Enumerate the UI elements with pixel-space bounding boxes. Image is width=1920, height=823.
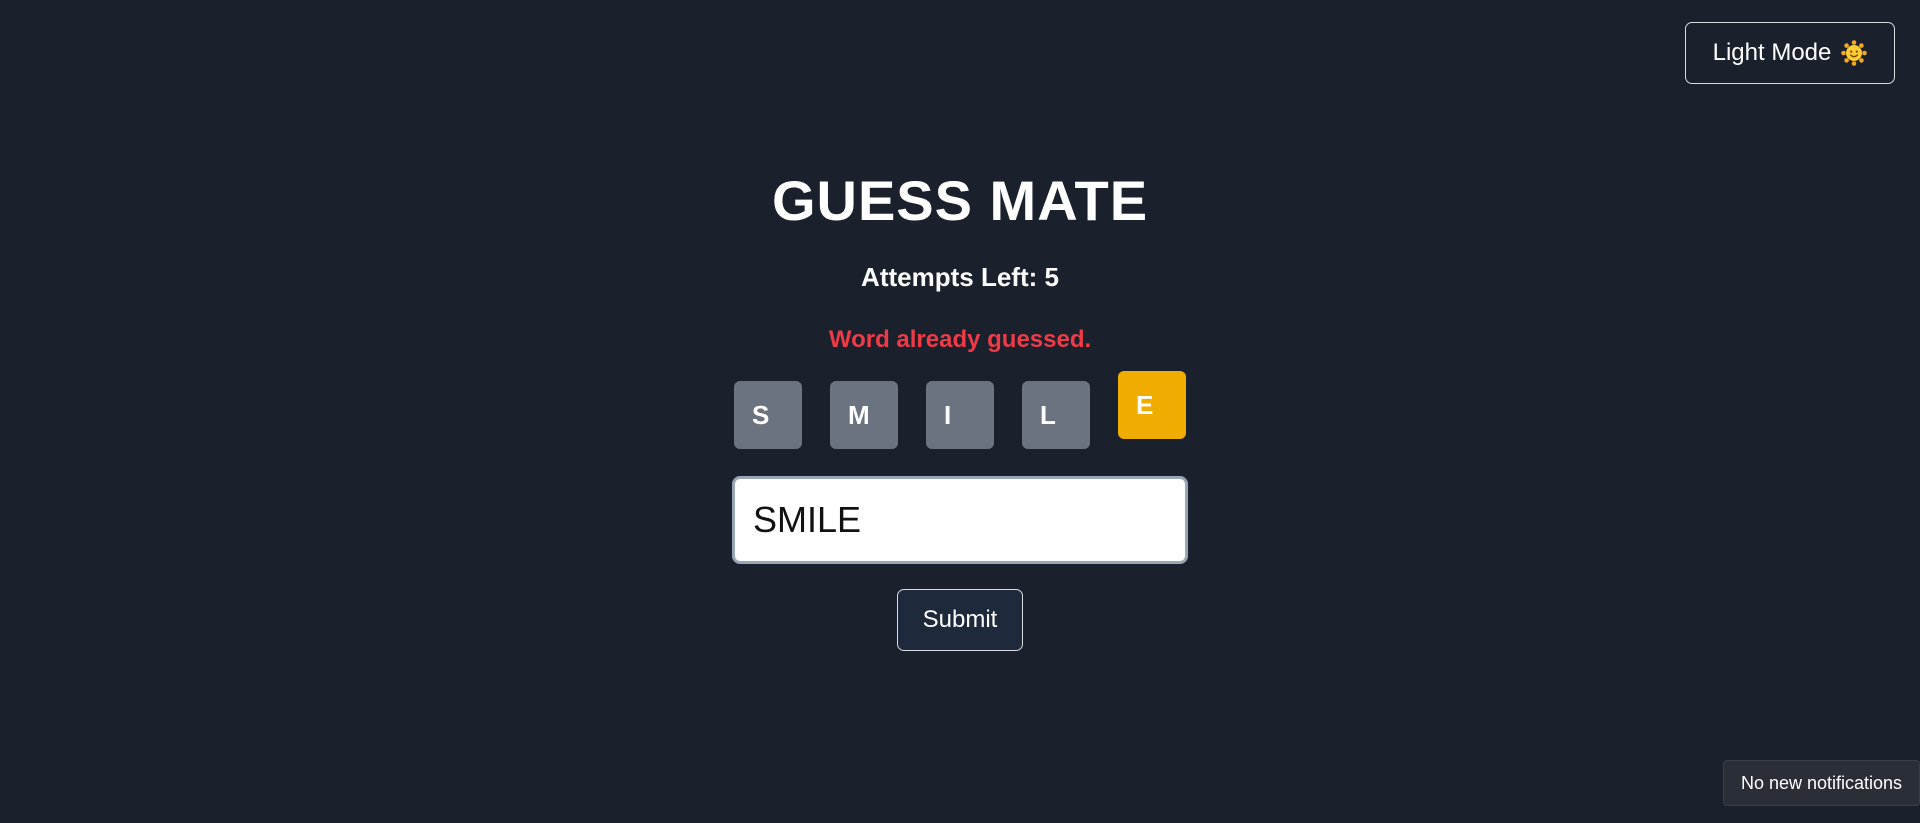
theme-toggle-label: Light Mode [1712,39,1832,66]
attempts-left-label: Attempts Left: 5 [861,262,1059,292]
letter-tile: E [1118,371,1186,439]
notification-toast: No new notifications [1723,760,1920,806]
sun-face-icon [1841,40,1868,66]
game-title: GUESS MATE [771,169,1149,232]
letter-tile: M [830,381,898,449]
error-message: Word already guessed. [828,326,1092,353]
letter-tile: L [1022,381,1090,449]
letter-tile: S [734,381,802,449]
letter-tiles-row: S M I L E [734,371,1188,451]
theme-toggle-button[interactable]: Light Mode [1685,22,1895,84]
game-page: Light Mode GUESS MATE Attempts Left: 5 W… [0,0,1920,823]
submit-button[interactable]: Submit [897,589,1023,651]
guess-input[interactable] [732,476,1188,564]
letter-tile: I [926,381,994,449]
